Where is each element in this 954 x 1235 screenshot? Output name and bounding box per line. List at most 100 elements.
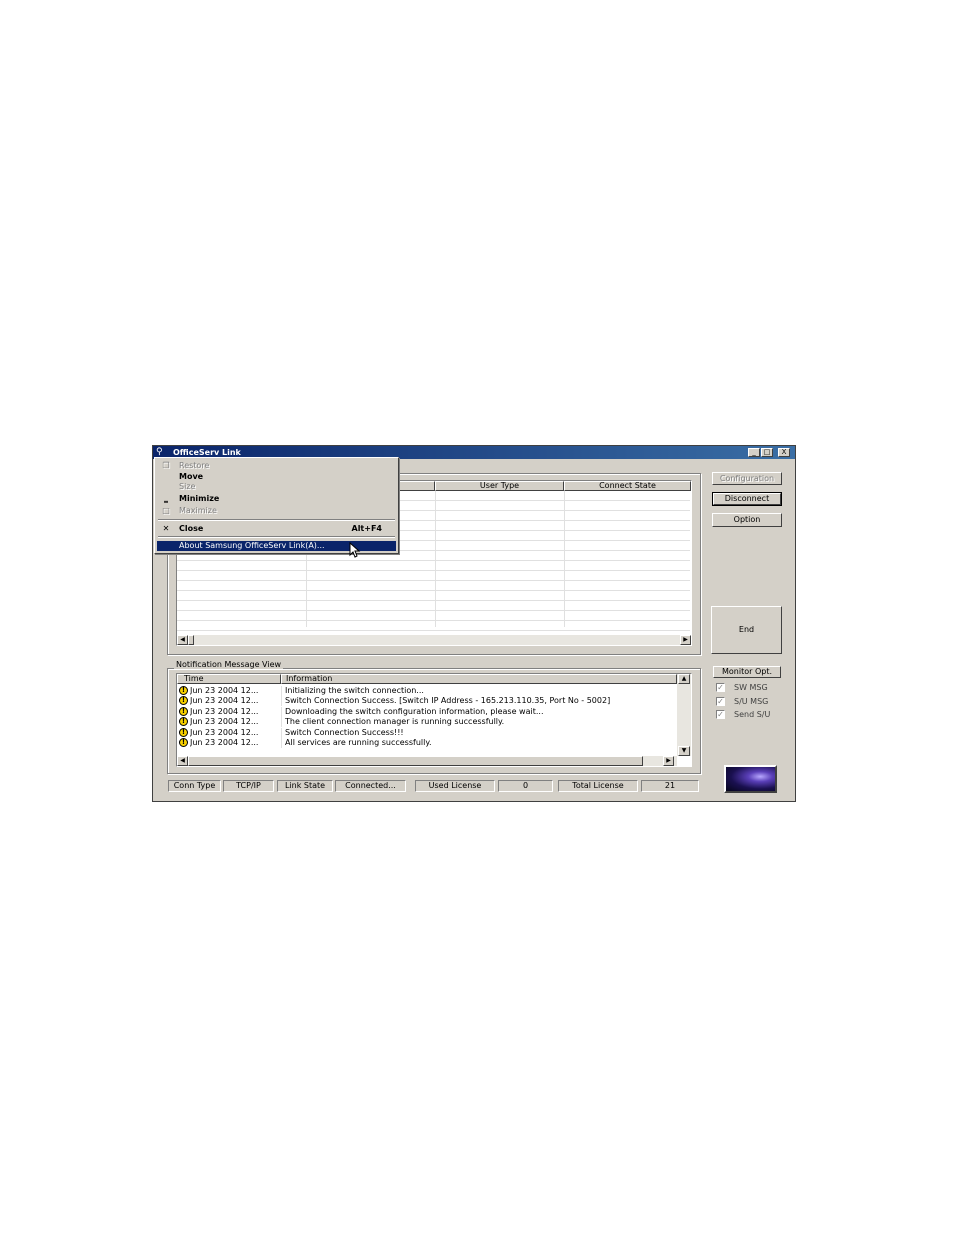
menu-separator xyxy=(158,536,395,538)
maximize-button[interactable]: □ xyxy=(761,448,773,457)
menu-item-restore[interactable]: ❐ Restore xyxy=(157,461,396,471)
send-su-checkbox[interactable]: ✓ xyxy=(716,710,725,719)
list-item[interactable]: ! Jun 23 2004 12... All services are run… xyxy=(178,738,676,748)
link-state-label: Link State xyxy=(277,780,333,792)
warning-icon: ! xyxy=(179,738,188,747)
column-divider xyxy=(281,707,282,717)
scroll-thumb[interactable] xyxy=(188,635,194,645)
menu-item-minimize[interactable]: ‗ Minimize xyxy=(157,494,396,504)
column-divider xyxy=(281,728,282,738)
option-button[interactable]: Option xyxy=(712,513,782,527)
sw-msg-label: SW MSG xyxy=(734,683,768,692)
notification-info: All services are running successfully. xyxy=(285,738,432,747)
menu-item-move[interactable]: Move xyxy=(157,472,396,482)
logo-image xyxy=(724,765,777,793)
table-row[interactable] xyxy=(177,581,690,591)
conn-type-label: Conn Type xyxy=(168,780,221,792)
warning-icon: ! xyxy=(179,717,188,726)
warning-icon: ! xyxy=(179,696,188,705)
grid-horizontal-scrollbar[interactable]: ◀ ▶ xyxy=(177,635,691,645)
table-row[interactable] xyxy=(177,571,690,581)
scroll-up-arrow-icon[interactable]: ▲ xyxy=(678,674,690,684)
used-license-label: Used License xyxy=(415,780,495,792)
menu-item-label: Minimize xyxy=(179,494,220,503)
menu-item-label: Close xyxy=(179,524,204,533)
warning-icon: ! xyxy=(179,728,188,737)
grid-header-connect-state[interactable]: Connect State xyxy=(564,481,691,491)
notification-list: Time Information ! Jun 23 2004 12... Ini… xyxy=(176,673,692,767)
end-button[interactable]: End xyxy=(711,606,782,654)
maximize-icon: □ xyxy=(763,448,771,456)
sw-msg-checkbox[interactable]: ✓ xyxy=(716,683,725,692)
menu-item-label: About Samsung OfficeServ Link(A)... xyxy=(179,541,325,550)
column-divider xyxy=(281,686,282,696)
su-msg-label: S/U MSG xyxy=(734,697,769,706)
notification-time: Jun 23 2004 12... xyxy=(190,696,259,705)
grid-header-user-type[interactable]: User Type xyxy=(435,481,564,491)
notification-info: Switch Connection Success. [Switch IP Ad… xyxy=(285,696,611,705)
scroll-right-arrow-icon[interactable]: ▶ xyxy=(680,635,691,645)
list-item[interactable]: ! Jun 23 2004 12... The client connectio… xyxy=(178,717,676,727)
total-license-value: 21 xyxy=(641,780,699,792)
disconnect-button[interactable]: Disconnect xyxy=(712,492,782,506)
maximize-icon: □ xyxy=(162,506,170,515)
notification-info: Initializing the switch connection... xyxy=(285,686,424,695)
su-msg-checkbox[interactable]: ✓ xyxy=(716,697,725,706)
close-button[interactable]: X xyxy=(778,448,790,457)
notification-time: Jun 23 2004 12... xyxy=(190,738,259,747)
notification-info: Downloading the switch configuration inf… xyxy=(285,707,544,716)
notification-time: Jun 23 2004 12... xyxy=(190,707,259,716)
list-item[interactable]: ! Jun 23 2004 12... Switch Connection Su… xyxy=(178,728,676,738)
menu-item-close[interactable]: ✕ Close Alt+F4 xyxy=(157,524,396,534)
notification-header-information[interactable]: Information xyxy=(281,674,677,684)
menu-separator xyxy=(158,519,395,521)
table-row[interactable] xyxy=(177,621,690,631)
scroll-right-arrow-icon[interactable]: ▶ xyxy=(663,756,674,766)
table-row[interactable] xyxy=(177,611,690,621)
column-divider xyxy=(281,738,282,748)
menu-item-label: Restore xyxy=(179,461,210,470)
notification-group-title: Notification Message View xyxy=(174,660,284,669)
list-item[interactable]: ! Jun 23 2004 12... Downloading the swit… xyxy=(178,707,676,717)
notification-header-time[interactable]: Time xyxy=(177,674,281,684)
used-license-value: 0 xyxy=(498,780,553,792)
notification-time: Jun 23 2004 12... xyxy=(190,728,259,737)
menu-item-accelerator: Alt+F4 xyxy=(351,524,383,533)
list-item[interactable]: ! Jun 23 2004 12... Switch Connection Su… xyxy=(178,696,676,706)
monitor-opt-button[interactable]: Monitor Opt. xyxy=(713,666,781,678)
close-icon: ✕ xyxy=(162,524,170,533)
table-row[interactable] xyxy=(177,561,690,571)
notification-time: Jun 23 2004 12... xyxy=(190,686,259,695)
column-divider xyxy=(281,696,282,706)
send-su-label: Send S/U xyxy=(734,710,771,719)
warning-icon: ! xyxy=(179,707,188,716)
mouse-cursor-icon xyxy=(349,542,361,558)
minimize-icon: _ xyxy=(752,448,756,456)
warning-icon: ! xyxy=(179,686,188,695)
scroll-down-arrow-icon[interactable]: ▼ xyxy=(678,746,690,756)
menu-item-size[interactable]: Size xyxy=(157,482,396,492)
menu-item-label: Move xyxy=(179,472,204,481)
list-item[interactable]: ! Jun 23 2004 12... Initializing the swi… xyxy=(178,686,676,696)
minimize-button[interactable]: _ xyxy=(748,448,760,457)
table-row[interactable] xyxy=(177,591,690,601)
total-license-label: Total License xyxy=(558,780,638,792)
menu-item-label: Size xyxy=(179,482,196,491)
configuration-button[interactable]: Configuration xyxy=(712,472,782,485)
scroll-left-arrow-icon[interactable]: ◀ xyxy=(177,756,188,766)
notification-time: Jun 23 2004 12... xyxy=(190,717,259,726)
scroll-thumb[interactable] xyxy=(188,756,643,766)
menu-item-maximize[interactable]: □ Maximize xyxy=(157,506,396,516)
scroll-left-arrow-icon[interactable]: ◀ xyxy=(177,635,188,645)
menu-item-label: Maximize xyxy=(179,506,217,515)
notification-horizontal-scrollbar[interactable]: ◀ ▶ xyxy=(177,756,677,766)
minimize-icon: ‗ xyxy=(164,494,168,503)
notification-vertical-scrollbar[interactable]: ▲ ▼ xyxy=(677,674,691,756)
notification-info: The client connection manager is running… xyxy=(285,717,505,726)
restore-icon: ❐ xyxy=(162,461,170,470)
system-menu: ❐ Restore Move Size ‗ Minimize □ Maximiz… xyxy=(154,457,399,554)
notification-info: Switch Connection Success!!! xyxy=(285,728,404,737)
table-row[interactable] xyxy=(177,601,690,611)
conn-type-value: TCP/IP xyxy=(223,780,274,792)
link-state-value: Connected... xyxy=(335,780,406,792)
